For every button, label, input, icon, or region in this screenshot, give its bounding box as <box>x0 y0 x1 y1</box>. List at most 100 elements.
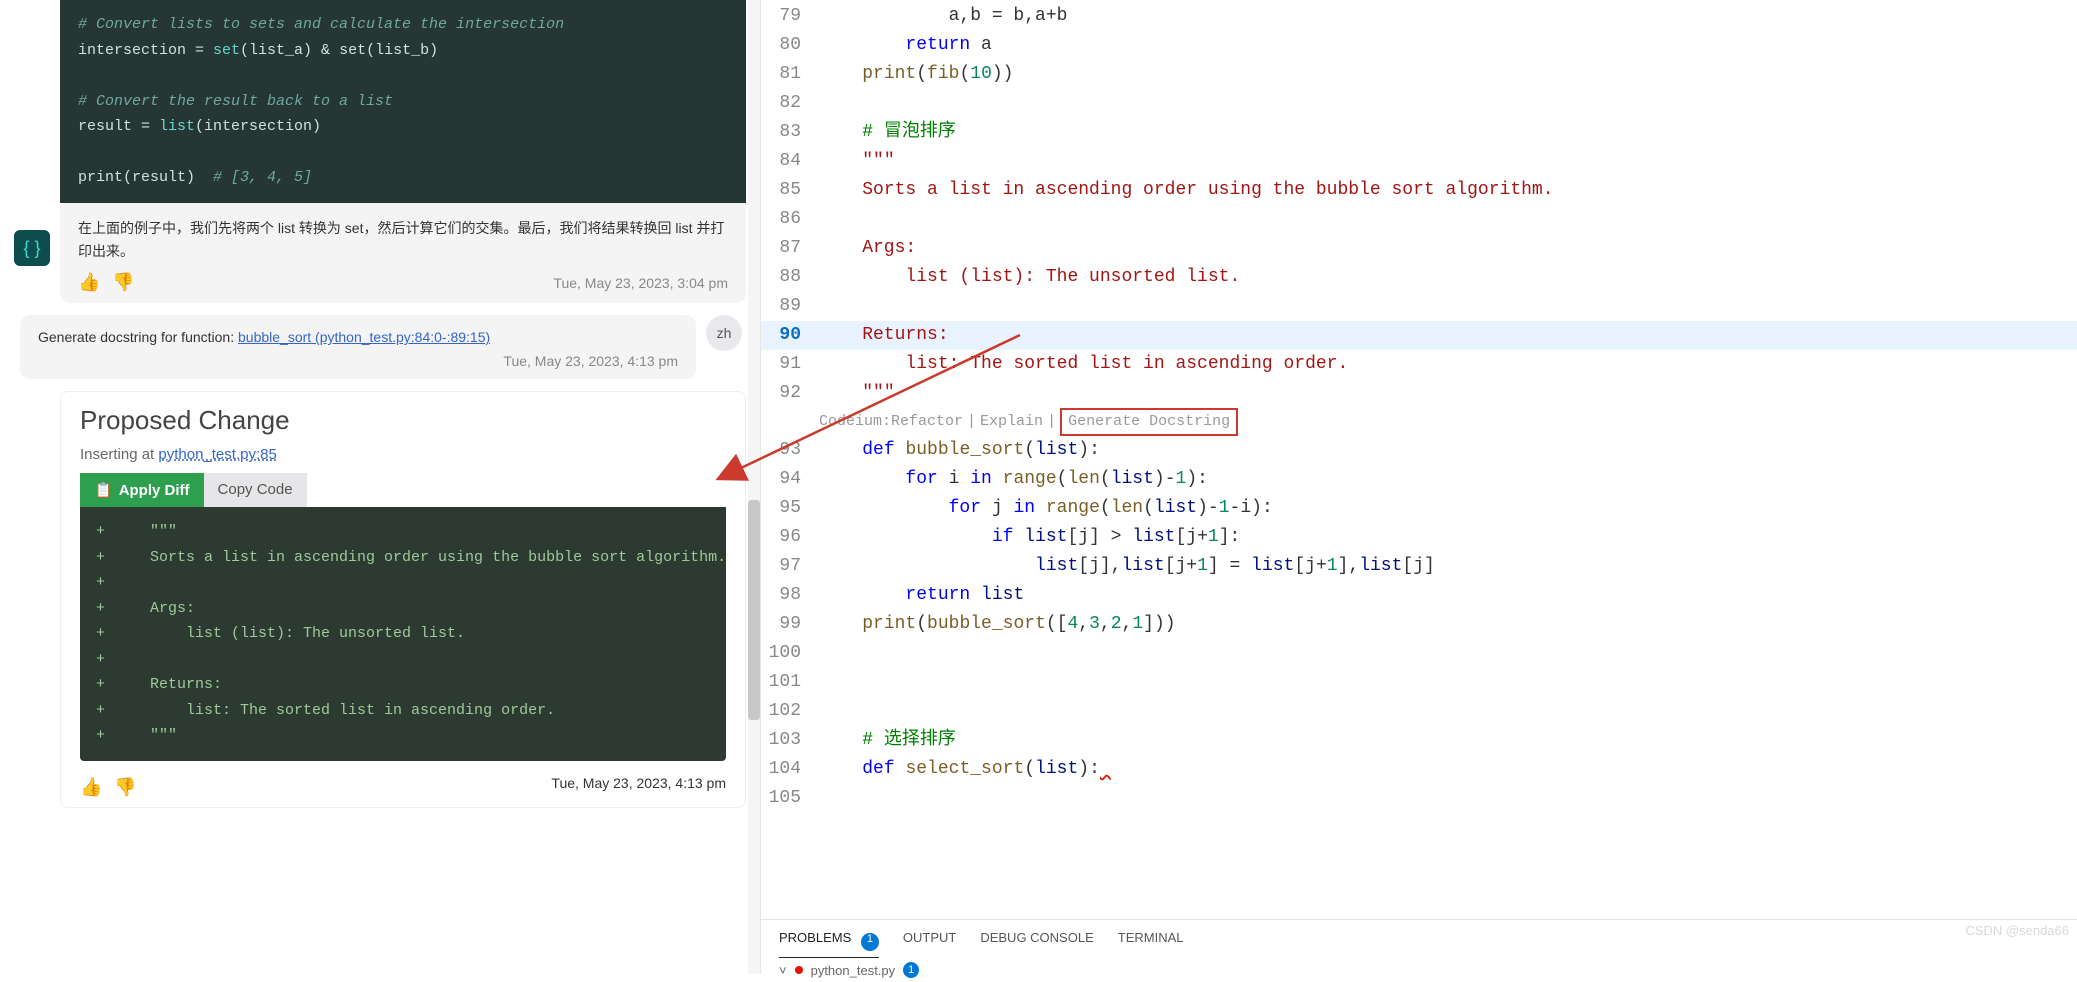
line-number: 96 <box>761 523 819 552</box>
proposed-change-card: Proposed Change Inserting at python_test… <box>60 391 746 808</box>
code-line[interactable]: 103 # 选择排序 <box>761 726 2077 755</box>
proposed-title: Proposed Change <box>80 405 726 436</box>
copy-code-button[interactable]: Copy Code <box>204 473 307 507</box>
line-content: """ <box>819 147 895 176</box>
code-line[interactable]: 82 <box>761 89 2077 118</box>
line-number: 86 <box>761 205 819 234</box>
tab-debug-console[interactable]: DEBUG CONSOLE <box>980 930 1093 958</box>
problems-badge: 1 <box>861 933 879 951</box>
thumbs-down-icon[interactable]: 👎 <box>112 272 134 293</box>
code-line[interactable]: 83 # 冒泡排序 <box>761 118 2077 147</box>
chat-scrollbar-track[interactable] <box>748 0 760 974</box>
line-content: return a <box>819 31 992 60</box>
problems-file-row[interactable]: ˅ python_test.py 1 <box>761 958 2077 982</box>
line-content: list: The sorted list in ascending order… <box>819 350 1348 379</box>
code-line[interactable]: 86 <box>761 205 2077 234</box>
codelens-generate-docstring[interactable]: Generate Docstring <box>1060 408 1238 436</box>
function-link[interactable]: bubble_sort (python_test.py:84:0-:89:15) <box>238 329 490 345</box>
assistant-avatar-icon: { } <box>14 230 50 266</box>
line-number: 102 <box>761 697 819 726</box>
code-block: # Convert lists to sets and calculate th… <box>60 0 746 203</box>
codelens-refactor[interactable]: Refactor <box>891 408 963 436</box>
code-line[interactable]: 101 <box>761 668 2077 697</box>
line-number: 82 <box>761 89 819 118</box>
code-line[interactable]: 102 <box>761 697 2077 726</box>
apply-diff-button[interactable]: 📋 Apply Diff <box>80 473 204 507</box>
copy-code-label: Copy Code <box>218 481 293 498</box>
code-line[interactable]: 84 """ <box>761 147 2077 176</box>
line-content: # 选择排序 <box>819 726 956 755</box>
line-content: Args: <box>819 234 916 263</box>
line-number: 90 <box>761 321 819 350</box>
code-line[interactable]: 93 def bubble_sort(list): <box>761 436 2077 465</box>
code-line[interactable]: 104 def select_sort(list): <box>761 755 2077 784</box>
line-number: 98 <box>761 581 819 610</box>
assistant-explanation: 在上面的例子中，我们先将两个 list 转换为 set，然后计算它们的交集。最后… <box>78 217 728 265</box>
line-content: Sorts a list in ascending order using th… <box>819 176 1554 205</box>
code-line[interactable]: 95 for j in range(len(list)-1-i): <box>761 494 2077 523</box>
apply-diff-icon: 📋 <box>94 481 113 499</box>
codelens-prefix: Codeium: <box>819 408 891 436</box>
chat-pane: { } # Convert lists to sets and calculat… <box>0 0 760 974</box>
code-line[interactable]: 105 <box>761 784 2077 813</box>
code-line[interactable]: 81 print(fib(10)) <box>761 60 2077 89</box>
inserting-prefix: Inserting at <box>80 446 158 463</box>
problems-file-name: python_test.py <box>811 963 896 978</box>
code-line[interactable]: 80 return a <box>761 31 2077 60</box>
line-content: print(bubble_sort([4,3,2,1])) <box>819 610 1176 639</box>
line-number: 105 <box>761 784 819 813</box>
code-line[interactable]: 87 Args: <box>761 234 2077 263</box>
code-line[interactable]: 94 for i in range(len(list)-1): <box>761 465 2077 494</box>
line-content: def select_sort(list): <box>819 755 1111 784</box>
line-content: return list <box>819 581 1024 610</box>
code-line[interactable]: 98 return list <box>761 581 2077 610</box>
code-line[interactable]: 100 <box>761 639 2077 668</box>
diff-block: + """ + Sorts a list in ascending order … <box>80 507 726 761</box>
thumbs-down-icon[interactable]: 👎 <box>114 777 136 798</box>
codelens-explain[interactable]: Explain <box>980 408 1043 436</box>
bottom-panel: PROBLEMS 1 OUTPUT DEBUG CONSOLE TERMINAL… <box>761 919 2077 974</box>
code-line[interactable]: 97 list[j],list[j+1] = list[j+1],list[j] <box>761 552 2077 581</box>
code-line[interactable]: 90 Returns: <box>761 321 2077 350</box>
line-number: 83 <box>761 118 819 147</box>
thumbs-up-icon[interactable]: 👍 <box>80 777 102 798</box>
problems-file-count: 1 <box>903 962 919 978</box>
line-number: 87 <box>761 234 819 263</box>
message-timestamp: Tue, May 23, 2023, 3:04 pm <box>553 275 728 291</box>
assistant-message: { } # Convert lists to sets and calculat… <box>60 0 746 303</box>
line-number: 81 <box>761 60 819 89</box>
line-number: 104 <box>761 755 819 784</box>
user-message: Generate docstring for function: bubble_… <box>20 315 696 379</box>
line-number: 80 <box>761 31 819 60</box>
line-content: print(fib(10)) <box>819 60 1013 89</box>
chat-scrollbar-thumb[interactable] <box>748 500 760 720</box>
line-content: a,b = b,a+b <box>819 2 1067 31</box>
tab-output[interactable]: OUTPUT <box>903 930 956 958</box>
inserting-location-link[interactable]: python_test.py:85 <box>158 446 276 463</box>
line-content: # 冒泡排序 <box>819 118 956 147</box>
tab-problems-label: PROBLEMS <box>779 930 851 951</box>
code-line[interactable]: 91 list: The sorted list in ascending or… <box>761 350 2077 379</box>
line-content: """ <box>819 379 895 408</box>
line-number: 95 <box>761 494 819 523</box>
code-line[interactable]: 96 if list[j] > list[j+1]: <box>761 523 2077 552</box>
line-number: 97 <box>761 552 819 581</box>
editor-pane: 79 a,b = b,a+b80 return a81 print(fib(10… <box>760 0 2077 974</box>
code-line[interactable]: 88 list (list): The unsorted list. <box>761 263 2077 292</box>
line-number: 91 <box>761 350 819 379</box>
code-area[interactable]: 79 a,b = b,a+b80 return a81 print(fib(10… <box>761 0 2077 919</box>
code-line[interactable]: 79 a,b = b,a+b <box>761 2 2077 31</box>
code-line[interactable]: 92 """ <box>761 379 2077 408</box>
tab-terminal[interactable]: TERMINAL <box>1118 930 1184 958</box>
message-timestamp: Tue, May 23, 2023, 4:13 pm <box>38 353 678 369</box>
code-line[interactable]: 89 <box>761 292 2077 321</box>
line-number: 84 <box>761 147 819 176</box>
line-number: 85 <box>761 176 819 205</box>
tab-problems[interactable]: PROBLEMS 1 <box>779 930 879 958</box>
line-number: 89 <box>761 292 819 321</box>
user-avatar-label: zh <box>717 325 732 341</box>
thumbs-up-icon[interactable]: 👍 <box>78 272 100 293</box>
code-line[interactable]: 99 print(bubble_sort([4,3,2,1])) <box>761 610 2077 639</box>
code-line[interactable]: 85 Sorts a list in ascending order using… <box>761 176 2077 205</box>
line-number: 99 <box>761 610 819 639</box>
